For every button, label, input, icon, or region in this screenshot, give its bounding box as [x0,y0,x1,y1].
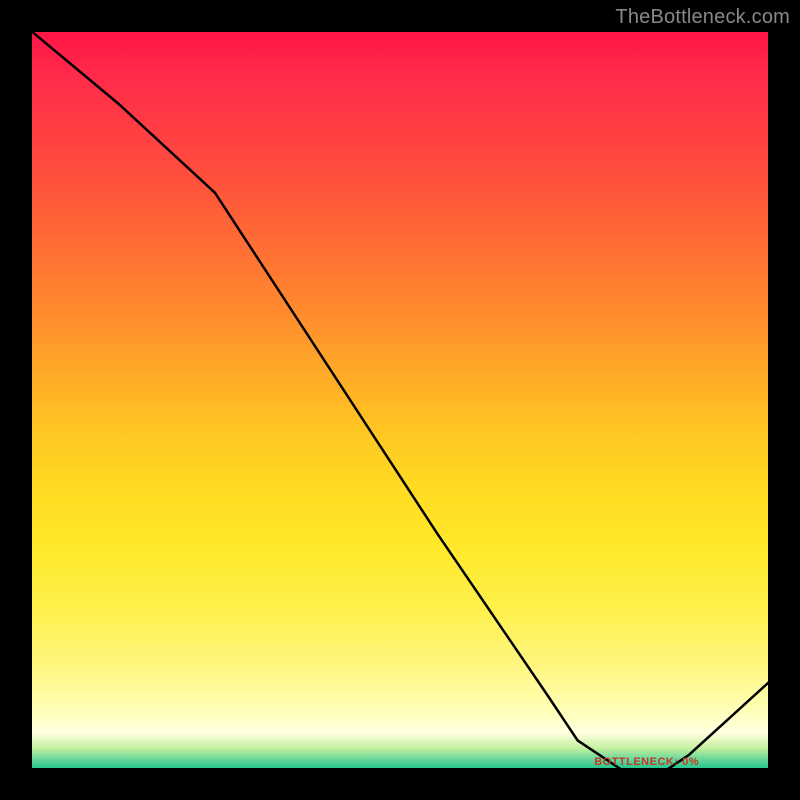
annotation-label: BOTTLENECK: 0% [594,756,699,768]
chart-line-svg [30,30,770,770]
plot-area: BOTTLENECK: 0% [30,30,770,770]
chart-container: TheBottleneck.com BOTTLENECK: 0% [0,0,800,800]
watermark: TheBottleneck.com [615,6,790,29]
